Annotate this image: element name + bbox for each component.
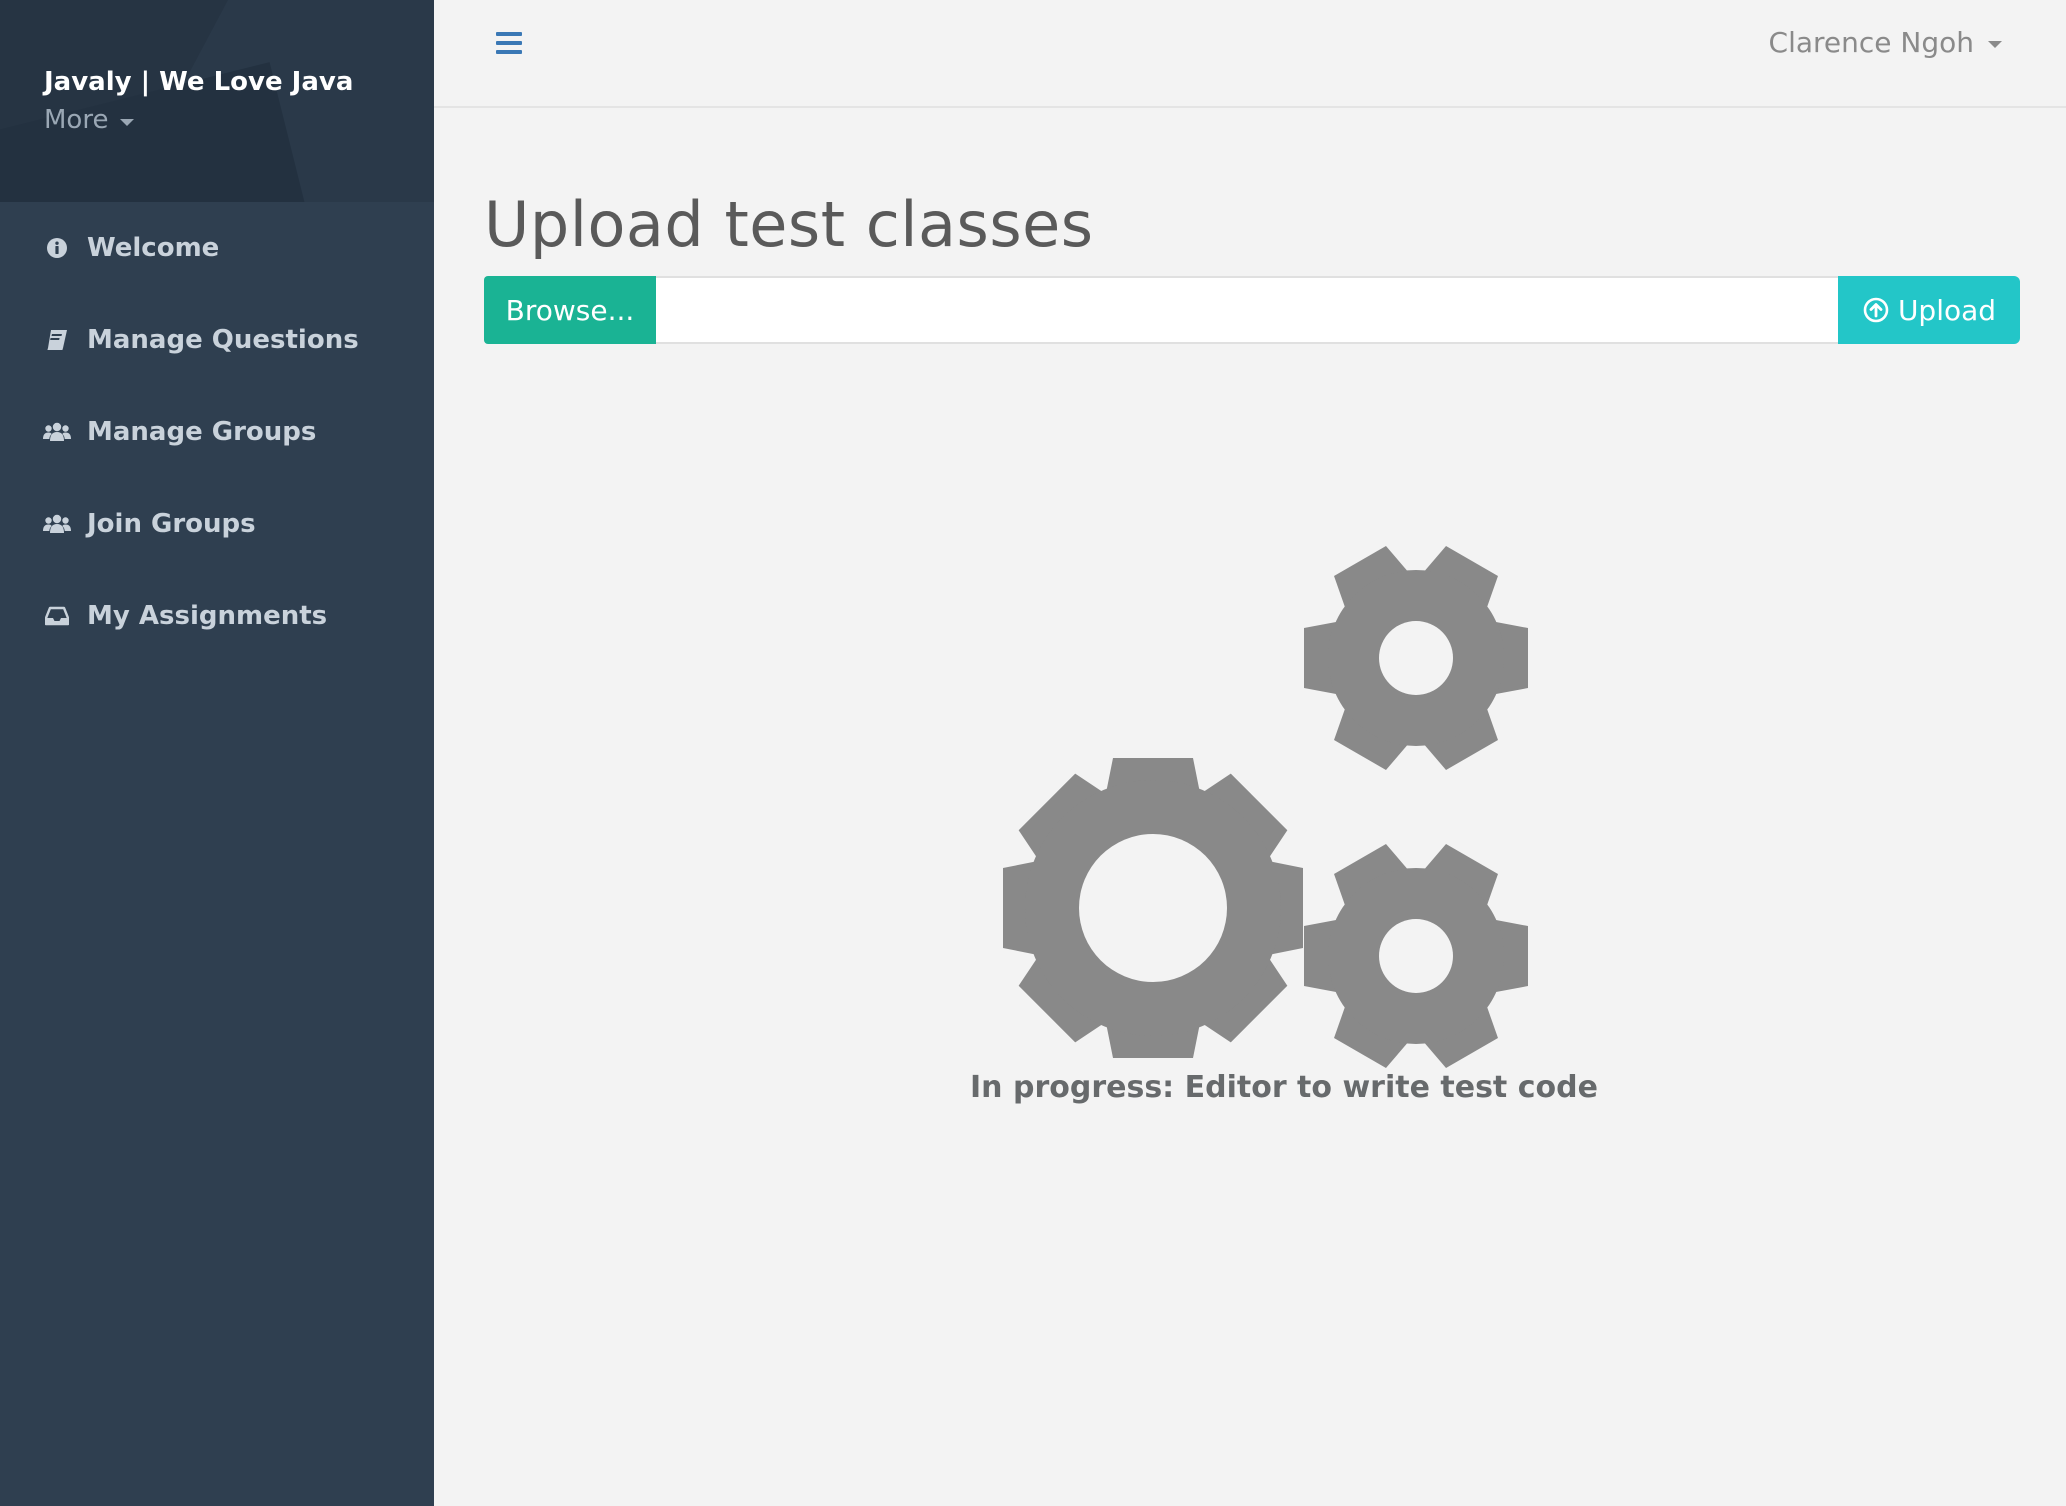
sidebar-item-label: Manage Questions bbox=[87, 325, 359, 355]
brand-more-dropdown[interactable]: More bbox=[44, 102, 434, 138]
sidebar-item-join-groups[interactable]: Join Groups bbox=[0, 478, 434, 570]
page-title: Upload test classes bbox=[484, 188, 1094, 261]
user-menu-dropdown[interactable]: Clarence Ngoh bbox=[1769, 26, 2002, 59]
chevron-down-icon bbox=[120, 118, 135, 126]
sidebar-item-label: Manage Groups bbox=[87, 417, 317, 447]
hamburger-icon[interactable] bbox=[496, 32, 522, 54]
main-content: Upload test classes Browse... Upload In … bbox=[434, 110, 2066, 1506]
app-root: Javaly | We Love Java More Welcome Manag… bbox=[0, 0, 2066, 1506]
users-icon bbox=[43, 418, 71, 446]
upload-button[interactable]: Upload bbox=[1838, 276, 2020, 344]
sidebar-item-welcome[interactable]: Welcome bbox=[0, 202, 434, 294]
top-navbar: Clarence Ngoh bbox=[434, 0, 2066, 108]
sidebar-item-label: Welcome bbox=[87, 233, 220, 263]
info-circle-icon bbox=[43, 234, 71, 262]
sidebar-item-my-assignments[interactable]: My Assignments bbox=[0, 570, 434, 662]
sidebar-nav: Welcome Manage Questions Manage Groups J… bbox=[0, 202, 434, 662]
sidebar: Javaly | We Love Java More Welcome Manag… bbox=[0, 0, 434, 1506]
arrow-circle-up-icon bbox=[1862, 296, 1890, 324]
users-icon bbox=[43, 510, 71, 538]
sidebar-item-label: My Assignments bbox=[87, 601, 328, 631]
sidebar-brand: Javaly | We Love Java More bbox=[0, 0, 434, 202]
brand-more-label: More bbox=[44, 105, 109, 135]
browse-button[interactable]: Browse... bbox=[484, 276, 656, 344]
file-upload-group: Browse... Upload bbox=[484, 276, 2020, 344]
inbox-icon bbox=[43, 602, 71, 630]
upload-label: Upload bbox=[1897, 293, 1997, 327]
sidebar-item-manage-questions[interactable]: Manage Questions bbox=[0, 294, 434, 386]
chevron-down-icon bbox=[1988, 41, 2002, 48]
sidebar-item-label: Join Groups bbox=[87, 509, 256, 539]
brand-title: Javaly | We Love Java bbox=[44, 67, 354, 97]
sidebar-item-manage-groups[interactable]: Manage Groups bbox=[0, 386, 434, 478]
user-name: Clarence Ngoh bbox=[1768, 26, 1974, 59]
book-icon bbox=[43, 326, 71, 354]
file-name-field[interactable] bbox=[656, 276, 1838, 344]
gears-icon bbox=[970, 534, 1530, 1080]
progress-message: In progress: Editor to write test code bbox=[970, 1070, 1598, 1105]
